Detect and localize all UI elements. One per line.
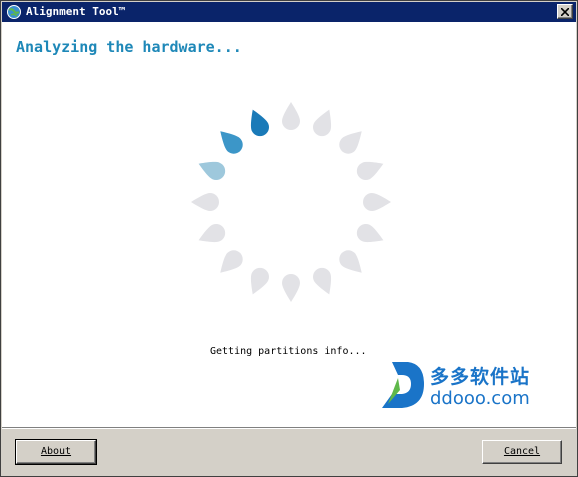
content-area: Analyzing the hardware... Getting partit… (2, 22, 576, 427)
app-globe-icon (6, 4, 22, 20)
watermark: 多多软件站 ddooo.com (378, 358, 558, 412)
spinner-petal (363, 193, 391, 211)
about-button-label: About (40, 446, 72, 457)
page-heading: Analyzing the hardware... (16, 38, 242, 56)
spinner-petal (220, 250, 243, 273)
alignment-tool-window: Alignment Tool™ Analyzing the hardware..… (0, 0, 578, 477)
about-button[interactable]: About (15, 439, 97, 465)
spinner-petal (356, 161, 384, 180)
title-bar[interactable]: Alignment Tool™ (2, 2, 576, 22)
spinner-petal (220, 131, 243, 154)
spinner-petal (282, 274, 300, 302)
status-text: Getting partitions info... (210, 346, 367, 357)
spinner-petal (313, 267, 332, 295)
window-title: Alignment Tool™ (26, 5, 126, 18)
spinner-petal (313, 109, 332, 137)
footer-divider (2, 427, 576, 429)
cancel-button[interactable]: Cancel (482, 440, 562, 464)
watermark-logo-icon (382, 362, 424, 408)
close-button[interactable] (557, 4, 573, 19)
spinner-petal (339, 250, 362, 273)
loading-spinner (191, 102, 391, 302)
close-icon (561, 8, 569, 16)
spinner-petal (282, 102, 300, 130)
cancel-button-label: Cancel (503, 446, 541, 457)
watermark-en-text: ddooo.com (430, 388, 530, 409)
spinner-petal (198, 224, 226, 243)
spinner-petal (250, 109, 269, 137)
spinner-petal (250, 267, 269, 295)
spinner-petal (339, 131, 362, 154)
spinner-petal (198, 161, 226, 180)
spinner-petal (356, 224, 384, 243)
watermark-cn-text: 多多软件站 (430, 366, 531, 388)
spinner-petal (191, 193, 219, 211)
